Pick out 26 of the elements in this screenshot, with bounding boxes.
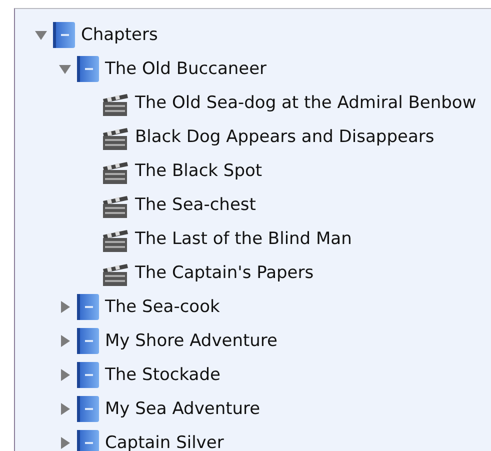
tree-item-label[interactable]: The Sea-chest [135, 195, 256, 215]
book-icon [77, 396, 99, 422]
collapse-triangle-icon[interactable] [59, 63, 71, 75]
tree-item-label[interactable]: Chapters [81, 25, 158, 45]
collapse-triangle-icon[interactable] [35, 29, 47, 41]
expand-triangle-icon[interactable] [59, 301, 71, 313]
tree-item-label[interactable]: The Old Sea-dog at the Admiral Benbow [135, 93, 476, 113]
expand-triangle-icon[interactable] [59, 437, 71, 449]
tree-item-label[interactable]: The Stockade [105, 365, 220, 385]
book-icon [77, 430, 99, 451]
book-icon [53, 22, 75, 48]
tree-item-label[interactable]: The Last of the Blind Man [135, 229, 352, 249]
tree-item-label[interactable]: The Sea-cook [105, 297, 220, 317]
tree-item-label[interactable]: My Shore Adventure [105, 331, 278, 351]
expand-triangle-icon[interactable] [59, 335, 71, 347]
book-icon [77, 294, 99, 320]
tree-item-label[interactable]: The Old Buccaneer [105, 59, 267, 79]
tree-item-label[interactable]: My Sea Adventure [105, 399, 260, 419]
tree-item-label[interactable]: The Captain's Papers [135, 263, 314, 283]
expand-triangle-icon[interactable] [59, 369, 71, 381]
tree-item-label[interactable]: The Black Spot [135, 161, 262, 181]
expand-triangle-icon[interactable] [59, 403, 71, 415]
tree-item-label[interactable]: Black Dog Appears and Disappears [135, 127, 434, 147]
book-icon [77, 56, 99, 82]
book-icon [77, 328, 99, 354]
book-icon [77, 362, 99, 388]
